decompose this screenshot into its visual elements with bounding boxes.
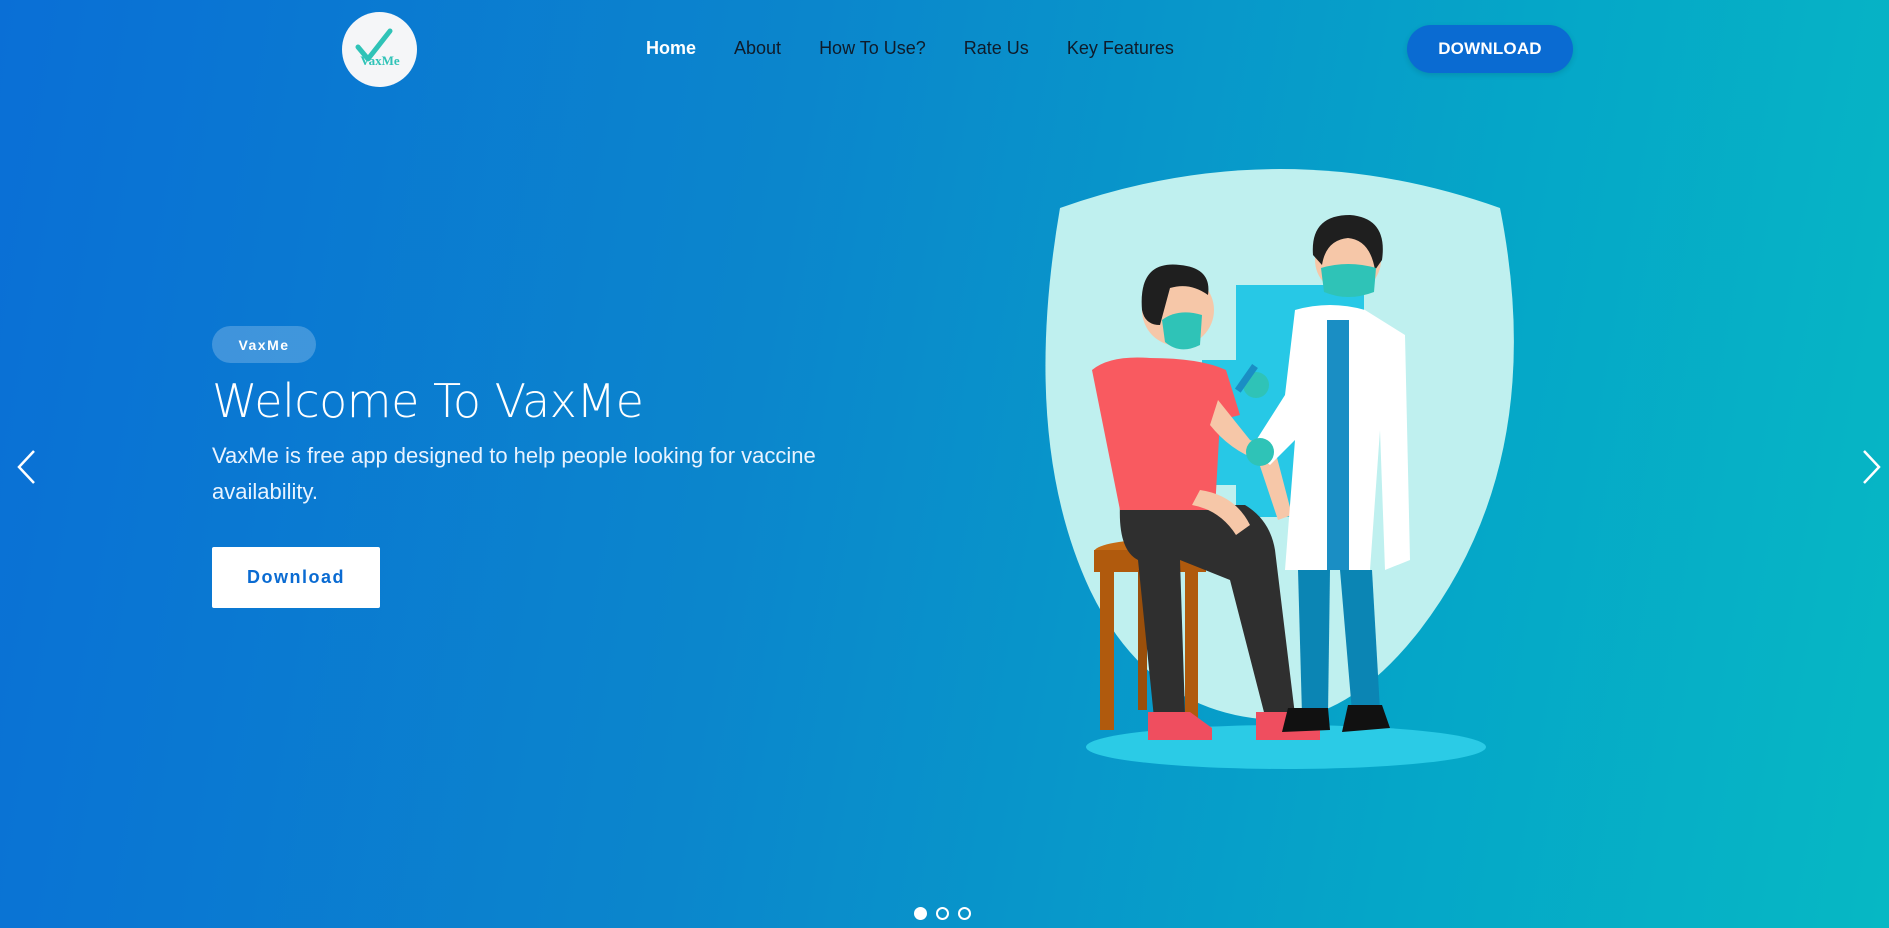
chevron-right-icon[interactable] [1860, 448, 1884, 486]
header-download-button[interactable]: DOWNLOAD [1407, 25, 1573, 73]
carousel-dot-2[interactable] [936, 907, 949, 920]
carousel-dot-3[interactable] [958, 907, 971, 920]
chevron-left-icon[interactable] [14, 448, 38, 486]
main-nav: Home About How To Use? Rate Us Key Featu… [646, 38, 1212, 59]
nav-item-about[interactable]: About [734, 38, 781, 59]
brand-logo[interactable]: VaxMe [342, 12, 417, 87]
hero-subtitle: VaxMe is free app designed to help peopl… [212, 443, 816, 504]
nav-item-rate-us[interactable]: Rate Us [964, 38, 1029, 59]
hero-title: Welcome To VaxMe [212, 374, 644, 428]
vaxme-logo-icon: VaxMe [355, 28, 399, 68]
logo-text: VaxMe [360, 53, 399, 68]
nav-item-home[interactable]: Home [646, 38, 696, 59]
hero-download-button[interactable]: Download [212, 547, 380, 608]
nav-item-key-features[interactable]: Key Features [1067, 38, 1174, 59]
carousel-indicators [914, 907, 971, 920]
vaccination-illustration [1045, 169, 1514, 769]
carousel-dot-1[interactable] [914, 907, 927, 920]
hero-badge: VaxMe [212, 326, 316, 363]
nav-item-how-to-use[interactable]: How To Use? [819, 38, 926, 59]
